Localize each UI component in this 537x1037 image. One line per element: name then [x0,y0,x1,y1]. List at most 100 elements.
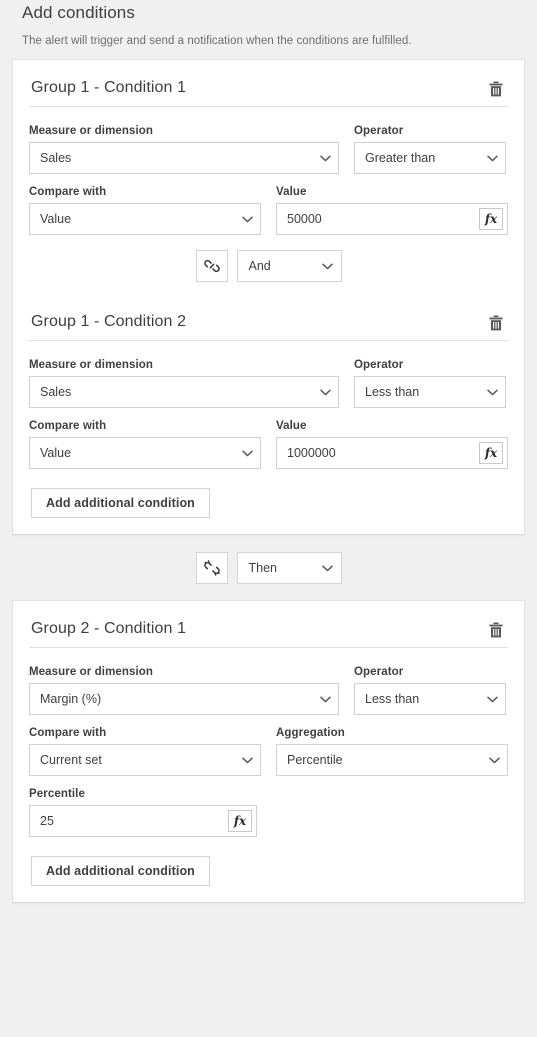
chevron-down-icon [479,155,505,162]
chevron-down-icon [312,696,338,703]
value-label: Value [276,420,307,432]
fx-icon: fx [484,446,498,460]
condition-title: Group 2 - Condition 1 [31,620,187,637]
measure-select[interactable]: Sales [29,376,339,408]
link-icon [203,259,220,273]
condition-header: Group 1 - Condition 2 [29,298,508,341]
delete-condition-button[interactable] [486,620,506,638]
measure-label: Measure or dimension [29,666,154,678]
link-toggle-button[interactable] [195,250,228,282]
condition-group-2-condition-1: Group 2 - Condition 1 Measure or dimensi… [29,601,508,837]
value-input-text: 50000 [287,212,322,226]
trash-icon [489,81,503,97]
logic-operator-select[interactable]: And [236,250,342,282]
compare-value-row: Compare with Value Value 1000000 fx [29,408,508,469]
page-header: Add conditions The alert will trigger an… [0,0,537,59]
operator-label: Operator [354,666,404,678]
page-title: Add conditions [22,3,135,22]
value-field: Value 1000000 fx [276,420,508,469]
compare-with-value: Value [40,446,72,460]
unlink-toggle-button[interactable] [195,552,228,584]
value-input-text: 1000000 [287,446,336,460]
add-conditions-page: Add conditions The alert will trigger an… [0,0,537,1037]
percentile-label: Percentile [29,788,85,800]
compare-with-value: Value [40,212,72,226]
measure-field: Measure or dimension Sales [29,359,339,408]
percentile-input-text: 25 [40,814,54,828]
percentile-field: Percentile 25 fx [29,788,257,837]
aggregation-value: Percentile [287,753,343,767]
operator-select[interactable]: Greater than [354,142,506,174]
aggregation-field: Aggregation Percentile [276,727,508,776]
operator-field: Operator Less than [354,359,506,408]
chevron-down-icon [234,757,260,764]
compare-with-label: Compare with [29,727,107,739]
compare-with-select[interactable]: Value [29,203,261,235]
measure-field: Measure or dimension Margin (%) [29,666,339,715]
chevron-down-icon [479,696,505,703]
compare-with-field: Compare with Current set [29,727,261,776]
delete-condition-button[interactable] [486,79,506,97]
operator-field: Operator Greater than [354,125,506,174]
broken-link-icon [203,560,220,576]
measure-field: Measure or dimension Sales [29,125,339,174]
compare-with-field: Compare with Value [29,420,261,469]
aggregation-select[interactable]: Percentile [276,744,508,776]
logic-operator-select[interactable]: Then [236,552,342,584]
value-field: Value 50000 fx [276,186,508,235]
operator-select[interactable]: Less than [354,683,506,715]
measure-operator-row: Measure or dimension Sales Operator Less… [29,347,508,408]
compare-with-value: Current set [40,753,102,767]
expression-button[interactable]: fx [479,208,503,230]
condition-header: Group 1 - Condition 1 [29,64,508,107]
group-1-card: Group 1 - Condition 1 Measure or dimensi… [12,59,525,535]
chevron-down-icon [315,565,341,572]
expression-button[interactable]: fx [479,442,503,464]
page-subtitle: The alert will trigger and send a notifi… [22,35,412,47]
trash-icon [489,315,503,331]
measure-value: Margin (%) [40,692,102,706]
chevron-down-icon [312,389,338,396]
chevron-down-icon [234,216,260,223]
operator-value: Less than [365,385,420,399]
logic-operator-value: And [248,259,271,273]
operator-label: Operator [354,359,404,371]
measure-value: Sales [40,151,72,165]
compare-aggregation-row: Compare with Current set Aggregation Per… [29,715,508,776]
value-input[interactable]: 50000 fx [276,203,508,235]
measure-label: Measure or dimension [29,125,154,137]
value-input[interactable]: 1000000 fx [276,437,508,469]
operator-label: Operator [354,125,404,137]
measure-select[interactable]: Sales [29,142,339,174]
condition-title: Group 1 - Condition 1 [31,79,187,96]
trash-icon [489,622,503,638]
aggregation-label: Aggregation [276,727,345,739]
percentile-input[interactable]: 25 fx [29,805,257,837]
operator-select[interactable]: Less than [354,376,506,408]
value-label: Value [276,186,307,198]
logic-operator-value: Then [248,561,278,575]
delete-condition-button[interactable] [486,313,506,331]
chevron-down-icon [479,389,505,396]
compare-with-label: Compare with [29,420,107,432]
compare-with-select[interactable]: Value [29,437,261,469]
add-additional-condition-button[interactable]: Add additional condition [31,856,210,886]
add-additional-condition-button[interactable]: Add additional condition [31,488,210,518]
measure-label: Measure or dimension [29,359,154,371]
measure-value: Sales [40,385,72,399]
group-outer-connector: Then [0,535,537,600]
expression-button[interactable]: fx [228,810,252,832]
condition-title: Group 1 - Condition 2 [31,313,187,330]
chevron-down-icon [315,263,341,270]
compare-with-select[interactable]: Current set [29,744,261,776]
operator-value: Less than [365,692,420,706]
compare-value-row: Compare with Value Value 50000 fx [29,174,508,235]
operator-value: Greater than [365,151,436,165]
percentile-row: Percentile 25 fx [29,776,508,837]
condition-header: Group 2 - Condition 1 [29,605,508,648]
fx-icon: fx [484,212,498,226]
measure-operator-row: Measure or dimension Margin (%) Operator… [29,654,508,715]
condition-group-1-condition-1: Group 1 - Condition 1 Measure or dimensi… [29,60,508,235]
group-2-card: Group 2 - Condition 1 Measure or dimensi… [12,600,525,903]
measure-select[interactable]: Margin (%) [29,683,339,715]
